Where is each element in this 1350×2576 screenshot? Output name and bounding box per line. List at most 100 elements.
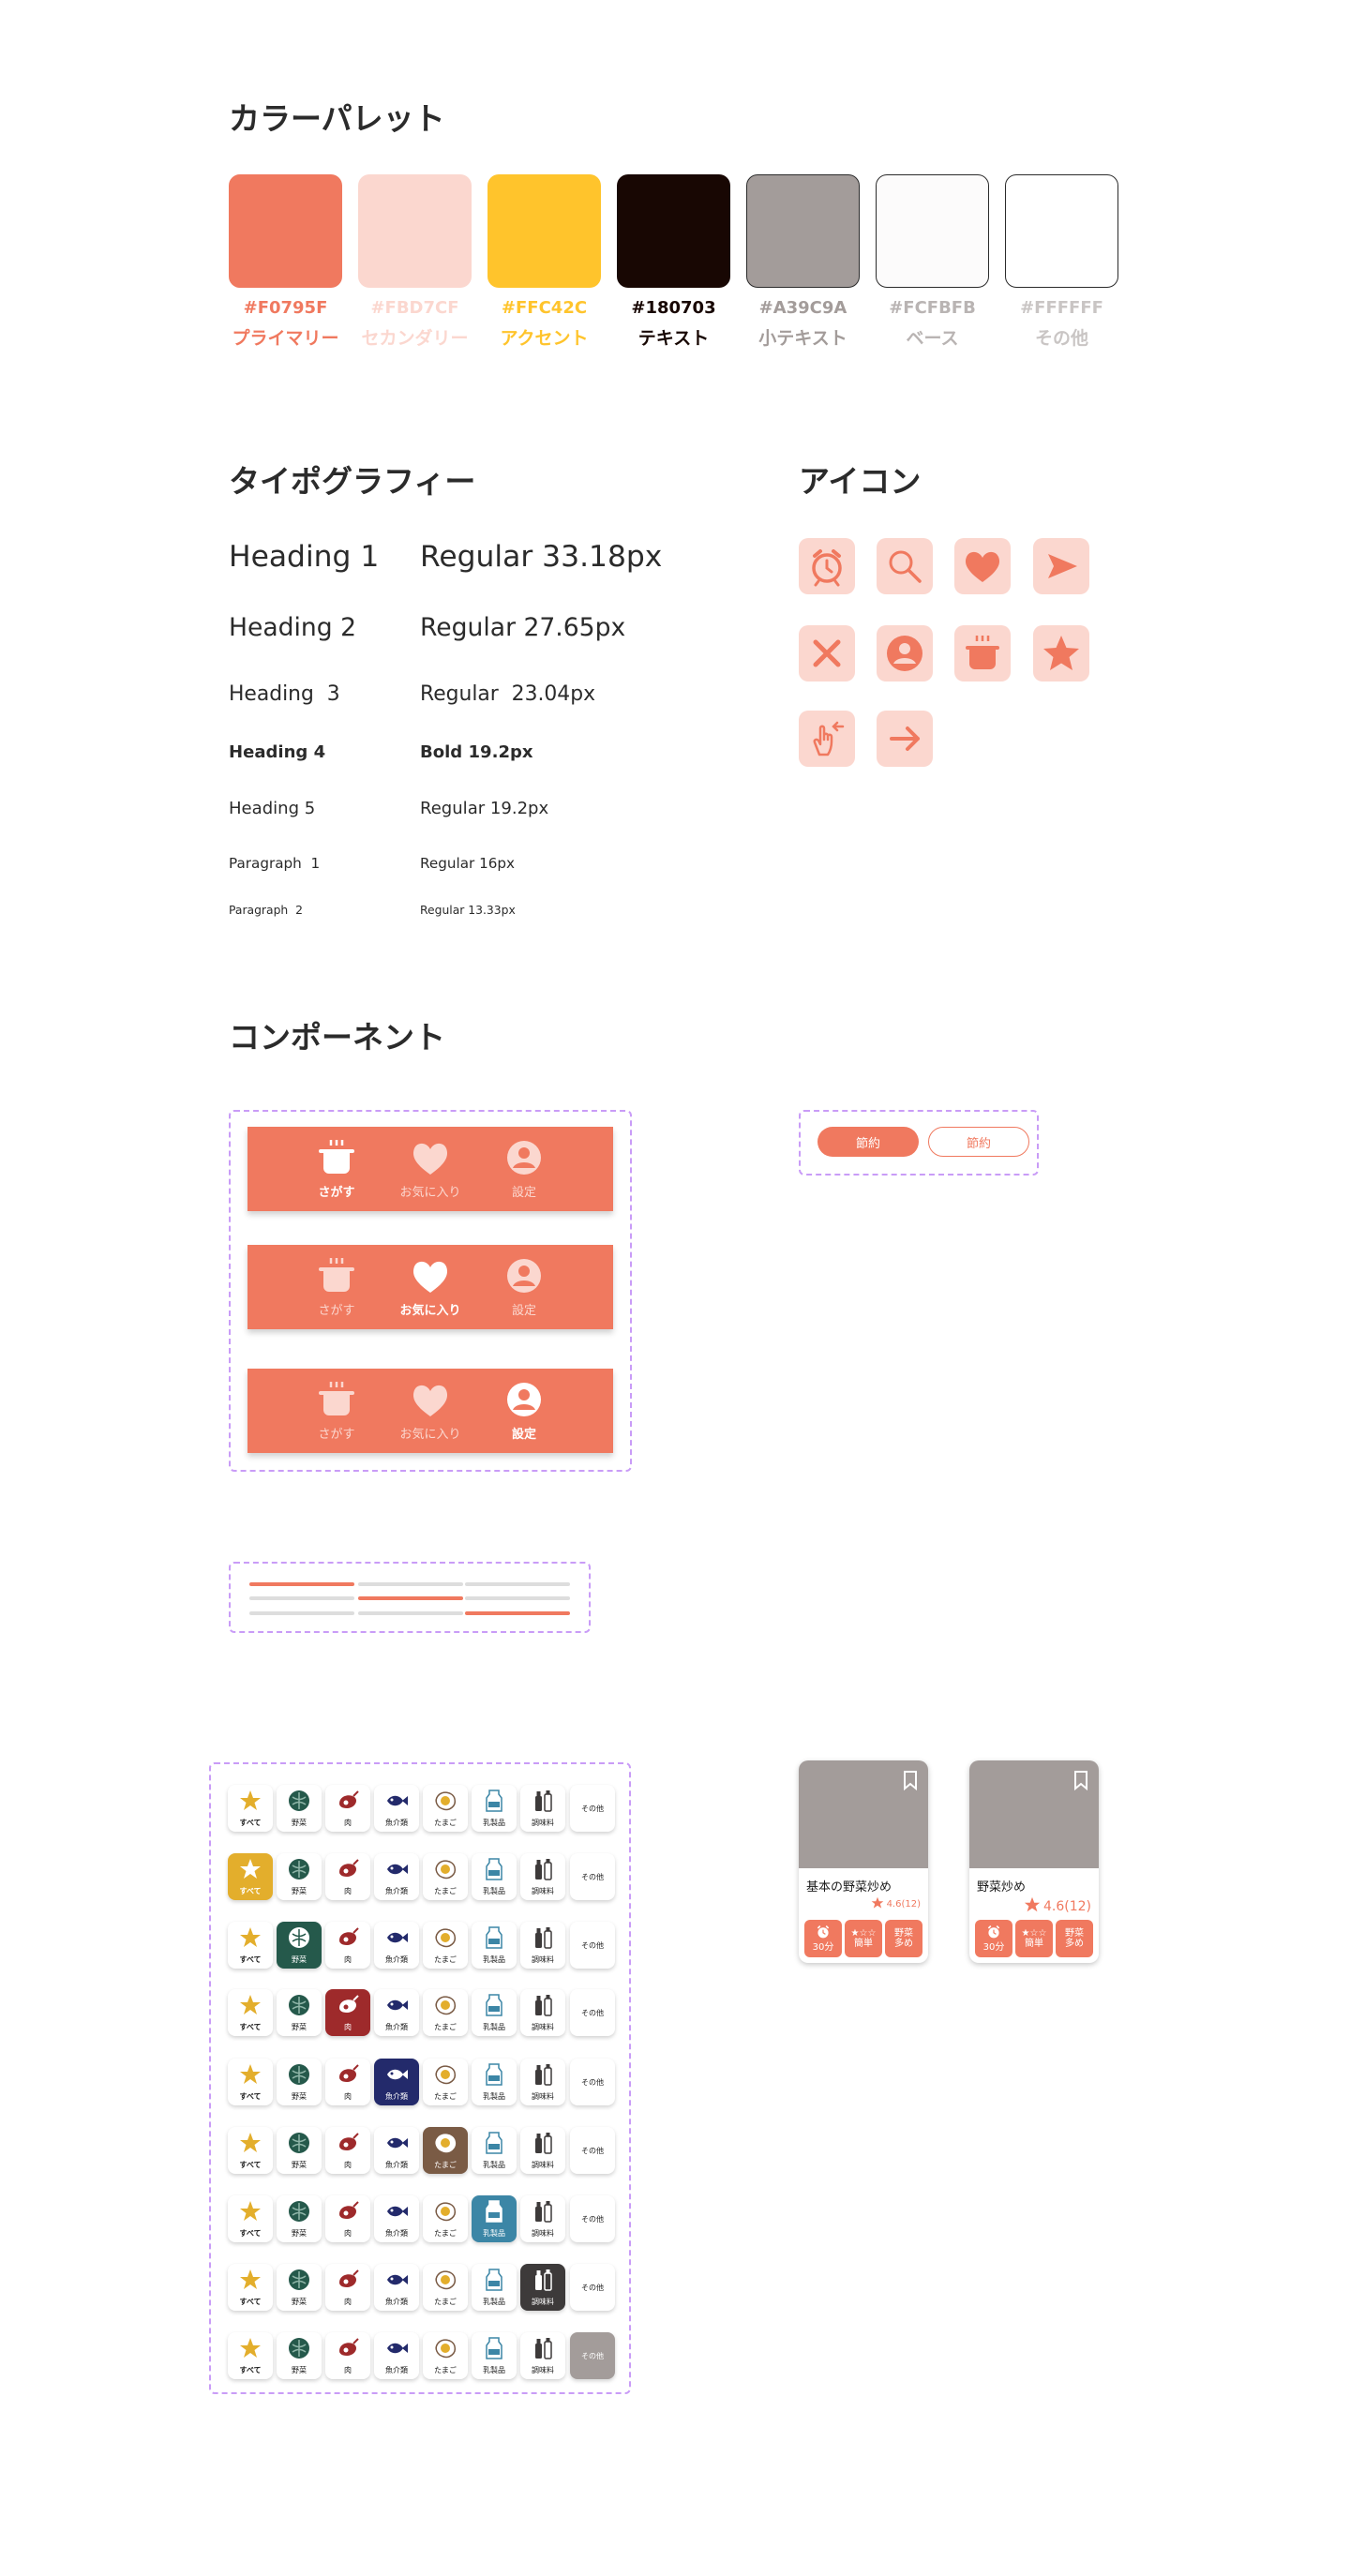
category-meat[interactable]: 肉 — [325, 2127, 370, 2174]
category-seafood[interactable]: 魚介類 — [374, 1922, 419, 1969]
category-dairy[interactable]: 乳製品 — [472, 2059, 517, 2105]
category-seasoning[interactable]: 調味料 — [520, 1922, 565, 1969]
category-eggs[interactable]: たまご — [423, 2332, 468, 2379]
category-other[interactable]: その他 — [570, 2127, 615, 2174]
category-vegetables[interactable]: 野菜 — [277, 2264, 322, 2311]
category-seasoning[interactable]: 調味料 — [520, 1989, 565, 2036]
nav-item-search[interactable]: さがす — [292, 1369, 381, 1453]
save-button-filled[interactable]: 節約 — [818, 1127, 919, 1157]
category-meat[interactable]: 肉 — [325, 2195, 370, 2242]
category-dairy[interactable]: 乳製品 — [472, 1853, 517, 1900]
category-vegetables[interactable]: 野菜 — [277, 1989, 322, 2036]
category-vegetables[interactable]: 野菜 — [277, 2195, 322, 2242]
nav-item-settings[interactable]: 設定 — [480, 1369, 568, 1453]
category-seafood[interactable]: 魚介類 — [374, 1989, 419, 2036]
category-seafood[interactable]: 魚介類 — [374, 1785, 419, 1832]
category-all[interactable]: すべて — [228, 1853, 273, 1900]
nav-item-favorites[interactable]: お気に入り — [386, 1127, 474, 1211]
bookmark-icon[interactable] — [902, 1770, 919, 1794]
nav-item-search[interactable]: さがす — [292, 1245, 381, 1329]
alarm-clock-icon[interactable] — [799, 538, 855, 594]
category-all[interactable]: すべて — [228, 1922, 273, 1969]
category-seasoning[interactable]: 調味料 — [520, 1853, 565, 1900]
heart-icon[interactable] — [954, 538, 1011, 594]
category-dairy[interactable]: 乳製品 — [472, 1785, 517, 1832]
category-eggs[interactable]: たまご — [423, 1922, 468, 1969]
category-eggs[interactable]: たまご — [423, 2059, 468, 2105]
nav-item-favorites[interactable]: お気に入り — [386, 1369, 474, 1453]
category-dairy[interactable]: 乳製品 — [472, 2264, 517, 2311]
category-eggs[interactable]: たまご — [423, 2195, 468, 2242]
category-meat[interactable]: 肉 — [325, 1785, 370, 1832]
recipe-card[interactable]: 野菜炒め 4.6(12) 30分 ★☆☆ 簡単 野菜 多め — [969, 1760, 1099, 1963]
category-other[interactable]: その他 — [570, 1922, 615, 1969]
category-seafood[interactable]: 魚介類 — [374, 2264, 419, 2311]
category-all[interactable]: すべて — [228, 2332, 273, 2379]
search-icon[interactable] — [877, 538, 933, 594]
category-all[interactable]: すべて — [228, 1785, 273, 1832]
category-other[interactable]: その他 — [570, 2059, 615, 2105]
nav-item-favorites[interactable]: お気に入り — [386, 1245, 474, 1329]
category-seasoning[interactable]: 調味料 — [520, 2332, 565, 2379]
category-vegetables[interactable]: 野菜 — [277, 1853, 322, 1900]
category-all[interactable]: すべて — [228, 2127, 273, 2174]
category-meat[interactable]: 肉 — [325, 1989, 370, 2036]
category-dairy[interactable]: 乳製品 — [472, 2195, 517, 2242]
category-meat[interactable]: 肉 — [325, 2332, 370, 2379]
category-vegetables[interactable]: 野菜 — [277, 1785, 322, 1832]
category-meat[interactable]: 肉 — [325, 2264, 370, 2311]
category-vegetables[interactable]: 野菜 — [277, 2059, 322, 2105]
category-all[interactable]: すべて — [228, 2059, 273, 2105]
category-seafood[interactable]: 魚介類 — [374, 2127, 419, 2174]
bookmark-icon[interactable] — [1072, 1770, 1089, 1794]
category-dairy[interactable]: 乳製品 — [472, 2127, 517, 2174]
category-seasoning[interactable]: 調味料 — [520, 2059, 565, 2105]
send-icon[interactable] — [1033, 538, 1089, 594]
category-meat[interactable]: 肉 — [325, 1922, 370, 1969]
category-seafood[interactable]: 魚介類 — [374, 2059, 419, 2105]
category-other[interactable]: その他 — [570, 1853, 615, 1900]
category-seafood[interactable]: 魚介類 — [374, 2195, 419, 2242]
category-eggs[interactable]: たまご — [423, 2264, 468, 2311]
nav-item-settings[interactable]: 設定 — [480, 1245, 568, 1329]
category-vegetables[interactable]: 野菜 — [277, 2332, 322, 2379]
category-other[interactable]: その他 — [570, 1785, 615, 1832]
category-meat[interactable]: 肉 — [325, 1853, 370, 1900]
type-sample-label: Heading 1 — [229, 540, 380, 574]
category-dairy[interactable]: 乳製品 — [472, 1922, 517, 1969]
category-other[interactable]: その他 — [570, 2195, 615, 2242]
arrow-right-icon[interactable] — [877, 711, 933, 767]
category-seasoning[interactable]: 調味料 — [520, 1785, 565, 1832]
category-dairy[interactable]: 乳製品 — [472, 1989, 517, 2036]
category-eggs-icon — [433, 1857, 458, 1885]
category-other[interactable]: その他 — [570, 2264, 615, 2311]
category-eggs[interactable]: たまご — [423, 1853, 468, 1900]
user-icon[interactable] — [877, 625, 933, 681]
pot-icon[interactable] — [954, 625, 1011, 681]
swipe-hand-icon[interactable] — [799, 711, 855, 767]
save-button-outline[interactable]: 節約 — [928, 1127, 1029, 1157]
recipe-card[interactable]: 基本の野菜炒め 4.6(12) 30分 ★☆☆ 簡単 野菜 多め — [799, 1760, 928, 1963]
category-all[interactable]: すべて — [228, 2264, 273, 2311]
category-seasoning[interactable]: 調味料 — [520, 2195, 565, 2242]
category-other[interactable]: その他 — [570, 1989, 615, 2036]
category-all[interactable]: すべて — [228, 2195, 273, 2242]
nav-item-settings[interactable]: 設定 — [480, 1127, 568, 1211]
category-dairy[interactable]: 乳製品 — [472, 2332, 517, 2379]
category-seafood[interactable]: 魚介類 — [374, 2332, 419, 2379]
category-vegetables[interactable]: 野菜 — [277, 1922, 322, 1969]
category-other[interactable]: その他 — [570, 2332, 615, 2379]
category-all[interactable]: すべて — [228, 1989, 273, 2036]
category-seasoning[interactable]: 調味料 — [520, 2264, 565, 2311]
category-eggs[interactable]: たまご — [423, 2127, 468, 2174]
category-seasoning[interactable]: 調味料 — [520, 2127, 565, 2174]
category-seasoning-icon — [531, 2199, 555, 2227]
category-eggs[interactable]: たまご — [423, 1785, 468, 1832]
close-icon[interactable] — [799, 625, 855, 681]
star-icon[interactable] — [1033, 625, 1089, 681]
category-meat[interactable]: 肉 — [325, 2059, 370, 2105]
category-eggs[interactable]: たまご — [423, 1989, 468, 2036]
nav-item-search[interactable]: さがす — [292, 1127, 381, 1211]
category-vegetables[interactable]: 野菜 — [277, 2127, 322, 2174]
category-seafood[interactable]: 魚介類 — [374, 1853, 419, 1900]
